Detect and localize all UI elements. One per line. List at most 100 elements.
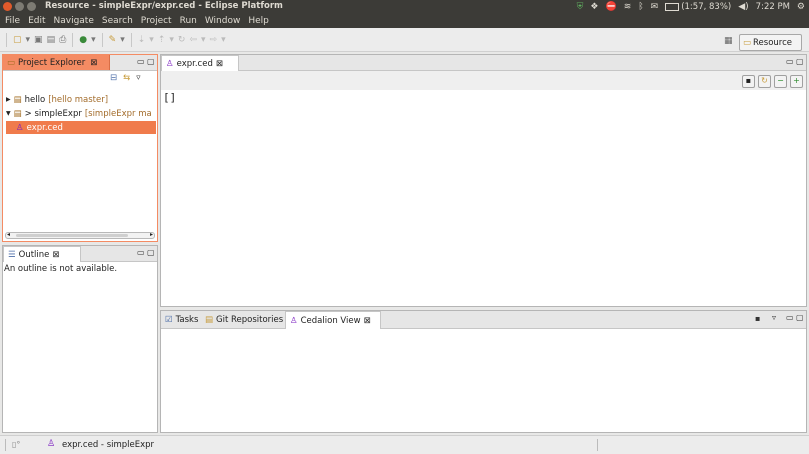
close-icon[interactable]: ⊠ bbox=[90, 58, 97, 68]
hide-icon[interactable]: ▪ bbox=[742, 75, 755, 88]
minimize-icon[interactable]: ▭ bbox=[137, 57, 145, 66]
tree-item-label: > simpleExpr bbox=[24, 108, 82, 119]
scroll-right-icon[interactable]: ▸ bbox=[150, 231, 153, 238]
clock[interactable]: 7:22 PM bbox=[756, 2, 790, 12]
tab-label: Outline bbox=[18, 249, 50, 260]
folder-icon: ▭ bbox=[7, 57, 16, 68]
run-icon[interactable]: ● bbox=[79, 35, 87, 45]
dropdown-icon[interactable]: ▾ bbox=[169, 35, 174, 45]
new-icon[interactable]: ▢ bbox=[13, 35, 22, 45]
scroll-left-icon[interactable]: ◂ bbox=[7, 231, 10, 238]
resource-perspective-button[interactable]: ▭ Resource bbox=[739, 34, 802, 51]
minimize-icon[interactable]: ▭ bbox=[786, 57, 794, 66]
wifi-icon[interactable]: ≋ bbox=[624, 2, 632, 12]
close-icon[interactable]: ⊠ bbox=[364, 316, 371, 326]
dropbox-icon[interactable]: ❖ bbox=[590, 2, 598, 12]
collapse-all-icon[interactable]: ⊟ bbox=[110, 73, 117, 85]
maximize-icon[interactable]: ▢ bbox=[147, 57, 155, 66]
minimize-icon[interactable]: ▭ bbox=[786, 313, 794, 322]
dropdown-icon[interactable]: ▾ bbox=[91, 35, 96, 45]
dropdown-icon[interactable]: ▾ bbox=[149, 35, 154, 45]
editor-toolbar: ▪ ↻ − + bbox=[161, 71, 806, 90]
tab-outline[interactable]: ☰ Outline ⊠ bbox=[3, 246, 81, 262]
maximize-icon[interactable]: ▢ bbox=[796, 313, 804, 322]
tree-item-label: expr.ced bbox=[26, 122, 63, 133]
toolbar-separator bbox=[72, 33, 74, 47]
menu-help[interactable]: Help bbox=[248, 16, 269, 26]
tree-item-simpleexpr[interactable]: ▼ ▤ > simpleExpr [simpleExpr ma bbox=[6, 107, 152, 120]
tree-item-hello[interactable]: ▶ ▤ hello [hello master] bbox=[6, 93, 108, 106]
title-bar: Resource - simpleExpr/expr.ced - Eclipse… bbox=[0, 0, 809, 14]
back-icon[interactable]: ⇦ bbox=[189, 35, 197, 45]
pin-icon[interactable]: ▪ bbox=[755, 314, 760, 323]
battery-text: (1:57, 83%) bbox=[681, 2, 732, 12]
maximize-icon[interactable]: ▢ bbox=[147, 248, 155, 257]
last-edit-icon[interactable]: ↻ bbox=[178, 35, 186, 45]
close-window-button[interactable] bbox=[3, 2, 12, 11]
status-text: expr.ced - simpleExpr bbox=[62, 440, 155, 450]
fast-view-icon[interactable]: ▯° bbox=[12, 440, 20, 449]
gear-icon[interactable]: ⚙ bbox=[797, 2, 805, 12]
zoom-in-icon[interactable]: + bbox=[790, 75, 803, 88]
close-icon[interactable]: ⊠ bbox=[52, 250, 59, 260]
outline-panel: ☰ Outline ⊠ ▭ ▢ An outline is not availa… bbox=[2, 245, 158, 433]
tab-expr-ced[interactable]: ♙ expr.ced ⊠ bbox=[161, 55, 239, 71]
tab-label: Project Explorer bbox=[18, 57, 86, 68]
maximize-icon[interactable]: ▢ bbox=[796, 57, 804, 66]
print-icon[interactable]: ⎙ bbox=[59, 35, 66, 45]
project-explorer-panel: ▭ Project Explorer ⊠ ▭ ▢ ⊟ ⇆ ▿ ▶ ▤ hello… bbox=[2, 54, 158, 242]
dropdown-icon[interactable]: ▾ bbox=[221, 35, 226, 45]
shield-icon[interactable]: ⛨ bbox=[577, 2, 584, 12]
tab-git-repositories[interactable]: ▤ Git Repositories bbox=[201, 311, 287, 328]
menu-navigate[interactable]: Navigate bbox=[54, 16, 94, 26]
expand-arrow-icon[interactable]: ▶ bbox=[6, 96, 11, 103]
dropdown-icon[interactable]: ▾ bbox=[201, 35, 206, 45]
no-entry-icon[interactable]: ⛔ bbox=[605, 2, 616, 12]
zoom-out-icon[interactable]: − bbox=[774, 75, 787, 88]
view-menu-icon[interactable]: ▿ bbox=[136, 73, 140, 85]
open-perspective-icon[interactable]: ▦ bbox=[724, 36, 733, 46]
horizontal-scrollbar[interactable]: ◂ ▸ bbox=[5, 231, 155, 239]
minimize-window-button[interactable] bbox=[15, 2, 24, 11]
tab-tasks[interactable]: ☑ Tasks bbox=[161, 311, 202, 328]
system-tray: ⛨ ❖ ⛔ ≋ ᛒ ✉ (1:57, 83%) ◀) 7:22 PM ⚙ bbox=[577, 1, 805, 13]
pencil-icon[interactable]: ✎ bbox=[109, 35, 117, 45]
minimize-icon[interactable]: ▭ bbox=[137, 248, 145, 257]
menu-window[interactable]: Window bbox=[205, 16, 241, 26]
view-menu-icon[interactable]: ▿ bbox=[772, 313, 776, 322]
menu-bar: File Edit Navigate Search Project Run Wi… bbox=[0, 14, 809, 28]
mail-icon[interactable]: ✉ bbox=[651, 2, 659, 12]
forward-icon[interactable]: ⇨ bbox=[210, 35, 218, 45]
menu-project[interactable]: Project bbox=[141, 16, 172, 26]
status-bar: ▯° ♙ expr.ced - simpleExpr bbox=[0, 435, 809, 454]
save-all-icon[interactable]: ▤ bbox=[47, 35, 56, 45]
toolbar-separator bbox=[130, 33, 132, 47]
tab-label: Git Repositories bbox=[216, 314, 284, 325]
tab-label: Cedalion View bbox=[300, 315, 361, 326]
tab-cedalion-view[interactable]: ♙ Cedalion View ⊠ bbox=[285, 311, 381, 329]
editor-panel: ♙ expr.ced ⊠ ▭ ▢ ▪ ↻ − + [] bbox=[160, 54, 807, 307]
next-annotation-icon[interactable]: ⇣ bbox=[138, 35, 146, 45]
menu-search[interactable]: Search bbox=[102, 16, 133, 26]
menu-run[interactable]: Run bbox=[180, 16, 197, 26]
volume-icon[interactable]: ◀) bbox=[738, 2, 748, 12]
collapse-arrow-icon[interactable]: ▼ bbox=[6, 110, 11, 117]
scroll-thumb[interactable] bbox=[16, 234, 128, 237]
menu-edit[interactable]: Edit bbox=[28, 16, 45, 26]
menu-file[interactable]: File bbox=[5, 16, 20, 26]
bluetooth-icon[interactable]: ᛒ bbox=[638, 2, 643, 12]
prev-annotation-icon[interactable]: ⇡ bbox=[158, 35, 166, 45]
tab-project-explorer[interactable]: ▭ Project Explorer ⊠ bbox=[3, 55, 110, 70]
project-icon: ▤ bbox=[13, 108, 22, 119]
save-icon[interactable]: ▣ bbox=[34, 35, 43, 45]
maximize-window-button[interactable] bbox=[27, 2, 36, 11]
tree-item-expr-ced[interactable]: ♙ expr.ced bbox=[6, 121, 156, 134]
dropdown-icon[interactable]: ▾ bbox=[26, 35, 31, 45]
link-with-editor-icon[interactable]: ⇆ bbox=[123, 73, 130, 85]
git-icon: ▤ bbox=[205, 314, 214, 325]
refresh-icon[interactable]: ↻ bbox=[758, 75, 771, 88]
dropdown-icon[interactable]: ▾ bbox=[120, 35, 125, 45]
close-icon[interactable]: ⊠ bbox=[216, 59, 223, 69]
battery-indicator[interactable]: (1:57, 83%) bbox=[665, 2, 731, 12]
editor-content[interactable]: [] bbox=[163, 91, 176, 104]
